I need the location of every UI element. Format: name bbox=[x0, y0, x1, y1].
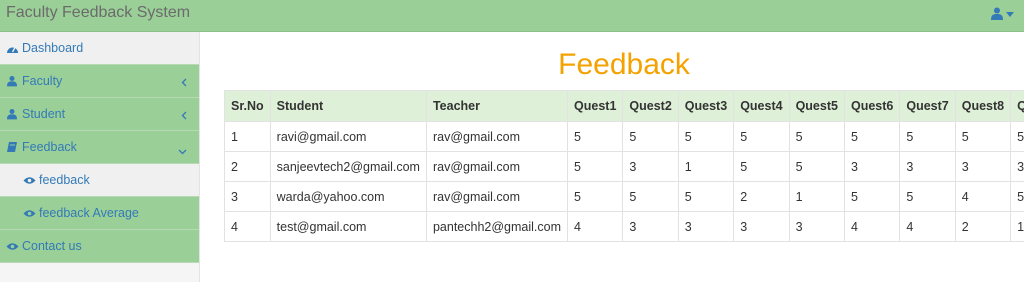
column-header: Sr.No bbox=[224, 90, 271, 122]
table-cell: 5 bbox=[899, 181, 956, 212]
sidebar-item-label: Faculty bbox=[22, 74, 63, 88]
table-cell: 5 bbox=[1010, 121, 1024, 152]
table-cell: rav@gmail.com bbox=[425, 121, 569, 152]
column-header: Teacher bbox=[425, 90, 569, 122]
table-cell: 5 bbox=[567, 151, 624, 182]
dashboard-icon bbox=[5, 41, 19, 55]
table-cell: rav@gmail.com bbox=[425, 181, 569, 212]
chevron-down-icon bbox=[178, 144, 187, 158]
table-cell: 5 bbox=[1010, 181, 1024, 212]
table-row: 2 sanjeevtech2@gmail.com rav@gmail.com 5… bbox=[224, 151, 1024, 182]
table-cell: 5 bbox=[843, 121, 901, 152]
user-icon bbox=[5, 107, 19, 121]
chevron-down-icon bbox=[1006, 12, 1014, 17]
table-cell: 4 bbox=[224, 211, 271, 242]
table-cell: 4 bbox=[843, 211, 901, 242]
sidebar-item-label: Feedback bbox=[22, 140, 77, 154]
eye-icon bbox=[22, 206, 36, 220]
top-navbar: Faculty Feedback System bbox=[0, 0, 1024, 32]
sidebar-item-label: feedback bbox=[39, 173, 90, 187]
sidebar-item-feedback[interactable]: Feedback bbox=[0, 131, 199, 164]
table-cell: 3 bbox=[843, 151, 901, 182]
table-cell: 5 bbox=[677, 121, 735, 152]
table-header-row: Sr.No Student Teacher Quest1 Quest2 Ques… bbox=[224, 90, 1024, 122]
sidebar-item-dashboard[interactable]: Dashboard bbox=[0, 32, 199, 65]
eye-icon bbox=[5, 239, 19, 253]
table-cell: 5 bbox=[567, 121, 624, 152]
page-title: Feedback bbox=[558, 48, 690, 81]
table-cell: 5 bbox=[733, 121, 790, 152]
table-cell: 5 bbox=[788, 151, 845, 182]
sidebar-item-label: Dashboard bbox=[22, 41, 84, 55]
table-cell: sanjeevtech2@gmail.com bbox=[269, 151, 427, 182]
table-cell: 5 bbox=[677, 181, 735, 212]
table-cell: 4 bbox=[567, 211, 624, 242]
sidebar: Dashboard Faculty Student Feedback feedb… bbox=[0, 32, 200, 282]
table-cell: 5 bbox=[622, 121, 679, 152]
sidebar-item-label: Student bbox=[22, 107, 66, 121]
table-row: 1 ravi@gmail.com rav@gmail.com 5 5 5 5 5… bbox=[224, 121, 1024, 152]
table-cell: test@gmail.com bbox=[269, 211, 427, 242]
table-cell: 5 bbox=[733, 151, 790, 182]
table-cell: 3 bbox=[224, 181, 271, 212]
column-header: Quest3 bbox=[677, 90, 735, 122]
table-cell: 4 bbox=[954, 181, 1012, 212]
table-cell: 5 bbox=[788, 121, 845, 152]
table-cell: 1 bbox=[1010, 211, 1024, 242]
column-header: Quest5 bbox=[788, 90, 845, 122]
table-cell: 5 bbox=[954, 121, 1012, 152]
table-cell: warda@yahoo.com bbox=[269, 181, 427, 212]
chevron-left-icon bbox=[181, 109, 187, 123]
table-row: 4 test@gmail.com pantechh2@gmail.com 4 3… bbox=[224, 211, 1024, 242]
table-cell: 4 bbox=[899, 211, 956, 242]
table-cell: 3 bbox=[622, 211, 679, 242]
table-cell: 3 bbox=[733, 211, 790, 242]
sidebar-item-faculty[interactable]: Faculty bbox=[0, 65, 199, 98]
table-cell: 5 bbox=[899, 121, 956, 152]
table-cell: 5 bbox=[567, 181, 624, 212]
column-header: Student bbox=[269, 90, 427, 122]
table-cell: rav@gmail.com bbox=[425, 151, 569, 182]
table-cell: 3 bbox=[1010, 151, 1024, 182]
table-cell: 2 bbox=[733, 181, 790, 212]
user-menu-button[interactable] bbox=[991, 7, 1014, 20]
column-header: Quest7 bbox=[899, 90, 956, 122]
table-cell: 1 bbox=[677, 151, 735, 182]
table-cell: 3 bbox=[954, 151, 1012, 182]
column-header: Quest1 bbox=[567, 90, 624, 122]
table-cell: 1 bbox=[224, 121, 271, 152]
table-row: 3 warda@yahoo.com rav@gmail.com 5 5 5 2 … bbox=[224, 181, 1024, 212]
sidebar-item-student[interactable]: Student bbox=[0, 98, 199, 131]
chevron-left-icon bbox=[181, 76, 187, 90]
table-cell: 1 bbox=[788, 181, 845, 212]
eye-icon bbox=[22, 173, 36, 187]
table-cell: 2 bbox=[224, 151, 271, 182]
column-header: Quest9 bbox=[1010, 90, 1024, 122]
table-cell: 3 bbox=[788, 211, 845, 242]
sidebar-subitem-feedback-average[interactable]: feedback Average bbox=[0, 197, 199, 230]
sidebar-item-label: Contact us bbox=[22, 239, 82, 253]
book-icon bbox=[5, 140, 19, 154]
sidebar-subitem-feedback[interactable]: feedback bbox=[0, 164, 199, 197]
table-cell: 3 bbox=[677, 211, 735, 242]
table-cell: 5 bbox=[843, 181, 901, 212]
feedback-table: Sr.No Student Teacher Quest1 Quest2 Ques… bbox=[224, 90, 1024, 242]
user-icon bbox=[991, 7, 1003, 20]
sidebar-item-contact-us[interactable]: Contact us bbox=[0, 230, 199, 263]
table-cell: ravi@gmail.com bbox=[269, 121, 427, 152]
column-header: Quest2 bbox=[622, 90, 679, 122]
table-cell: pantechh2@gmail.com bbox=[425, 211, 569, 242]
table-cell: 5 bbox=[622, 181, 679, 212]
column-header: Quest6 bbox=[843, 90, 901, 122]
column-header: Quest4 bbox=[733, 90, 790, 122]
sidebar-item-label: feedback Average bbox=[39, 206, 139, 220]
table-cell: 3 bbox=[622, 151, 679, 182]
user-icon bbox=[5, 74, 19, 88]
column-header: Quest8 bbox=[954, 90, 1012, 122]
app-title[interactable]: Faculty Feedback System bbox=[6, 3, 190, 23]
table-cell: 3 bbox=[899, 151, 956, 182]
table-cell: 2 bbox=[954, 211, 1012, 242]
